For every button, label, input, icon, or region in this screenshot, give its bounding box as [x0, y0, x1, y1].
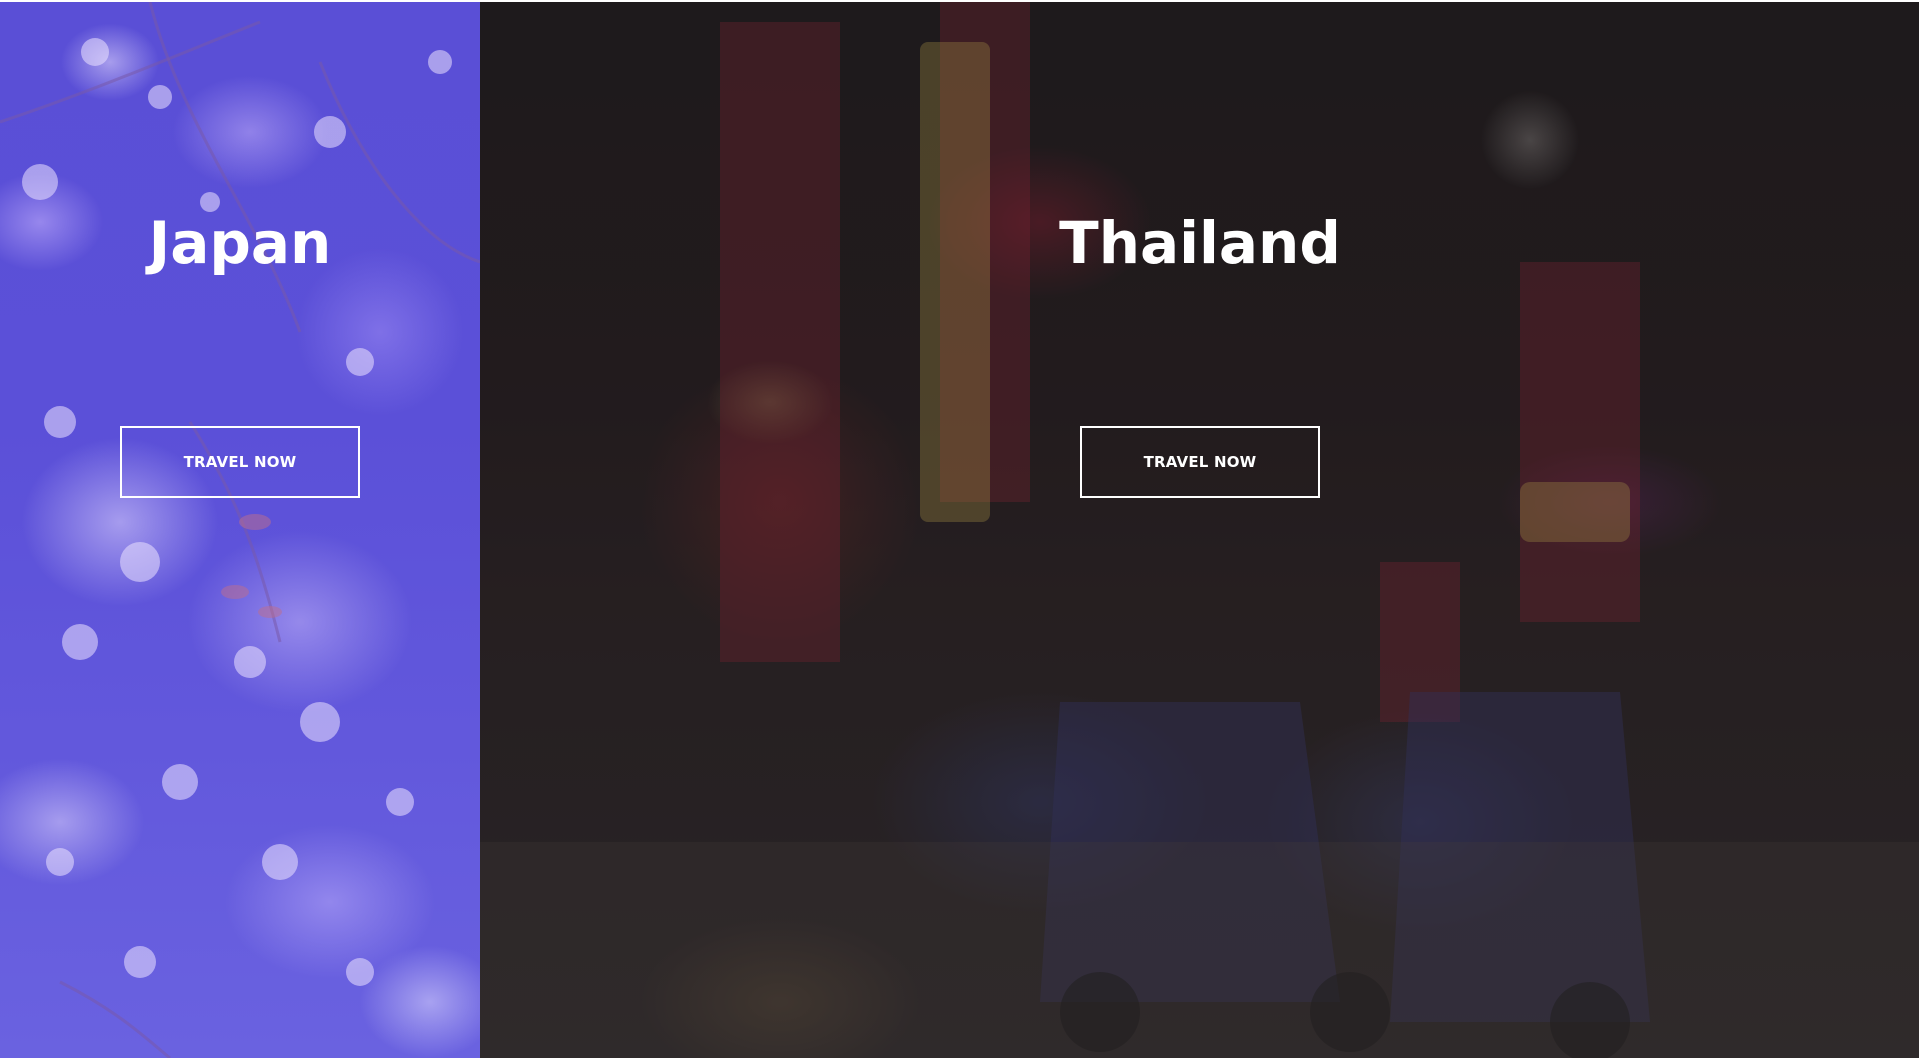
cherry-blossom-background-image	[0, 2, 480, 1058]
japan-travel-now-button[interactable]: TRAVEL NOW	[120, 426, 360, 498]
panel-thailand[interactable]: Thailand TRAVEL NOW	[480, 2, 1919, 1058]
thailand-title: Thailand	[1059, 209, 1341, 277]
japan-title: Japan	[148, 209, 332, 277]
destination-split: Japan TRAVEL NOW Thailand TRAVEL NOW	[0, 2, 1919, 1058]
panel-japan[interactable]: Japan TRAVEL NOW	[0, 2, 480, 1058]
thailand-dark-overlay	[480, 2, 1919, 1058]
thailand-travel-now-button[interactable]: TRAVEL NOW	[1080, 426, 1320, 498]
